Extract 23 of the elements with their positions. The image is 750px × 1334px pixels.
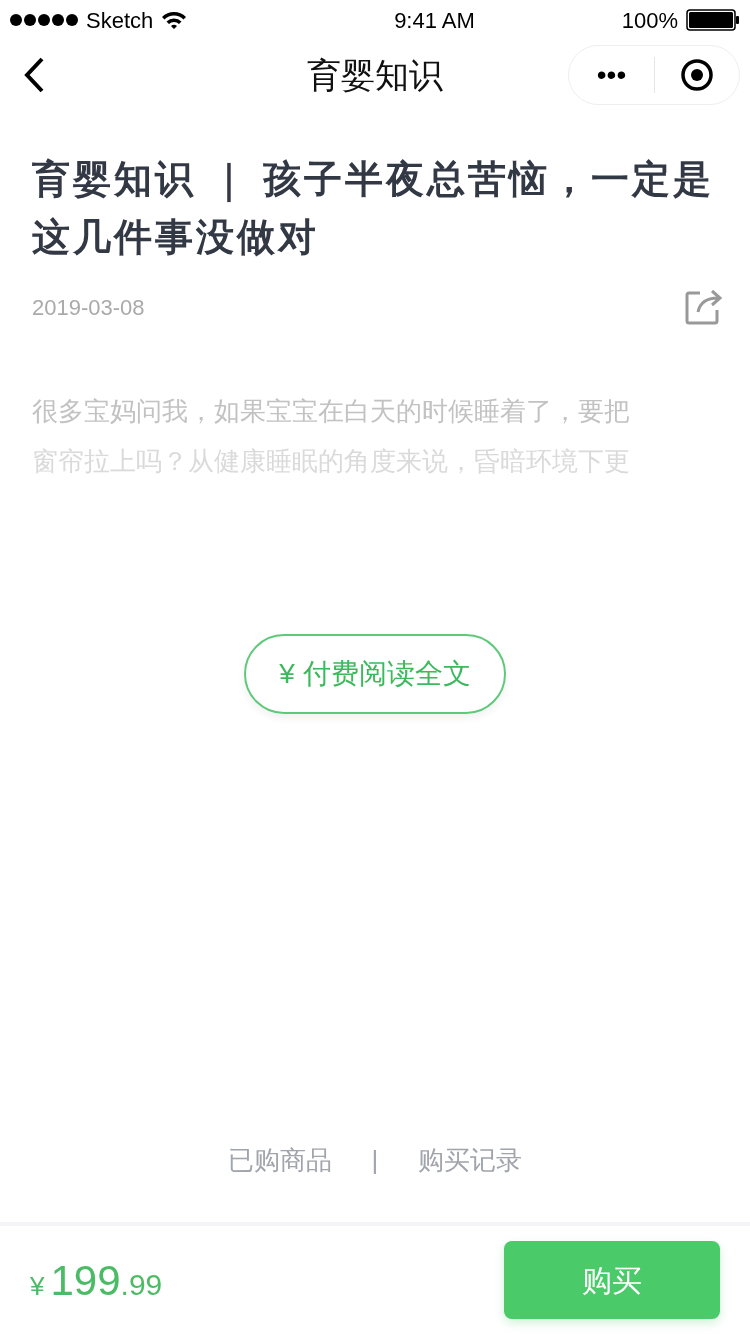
purchased-link[interactable]: 已购商品 — [227, 1141, 332, 1180]
battery-icon — [686, 9, 740, 31]
status-time: 9:41 AM — [394, 6, 475, 35]
purchase-history-link[interactable]: 购买记录 — [418, 1141, 523, 1180]
article-title: 育婴知识 ｜ 孩子半夜总苦恼，一定是这几件事没做对 — [32, 157, 716, 260]
back-icon — [22, 56, 46, 94]
price: 199 — [50, 1255, 121, 1306]
pay-to-read-button[interactable]: ¥ 付费阅读全文 — [244, 634, 506, 714]
currency-symbol: ¥ — [30, 1269, 45, 1303]
more-button[interactable]: ••• — [569, 61, 654, 89]
share-icon — [684, 288, 724, 326]
carrier-name: Sketch — [86, 6, 154, 35]
buy-button[interactable]: 购买 — [504, 1241, 720, 1319]
page-title: 育婴知识 — [307, 54, 443, 96]
link-separator: | — [371, 1144, 379, 1177]
target-icon — [680, 58, 714, 92]
price-decimal: .99 — [120, 1266, 163, 1303]
signal-icon — [10, 14, 78, 26]
article-preview-text: 很多宝妈问我，如果宝宝在白天的时候睡着了，要把 — [32, 395, 631, 428]
wifi-icon — [161, 10, 188, 30]
share-button[interactable] — [684, 288, 724, 326]
article-date: 2019-03-08 — [32, 293, 145, 322]
battery-percentage: 100% — [621, 6, 678, 35]
